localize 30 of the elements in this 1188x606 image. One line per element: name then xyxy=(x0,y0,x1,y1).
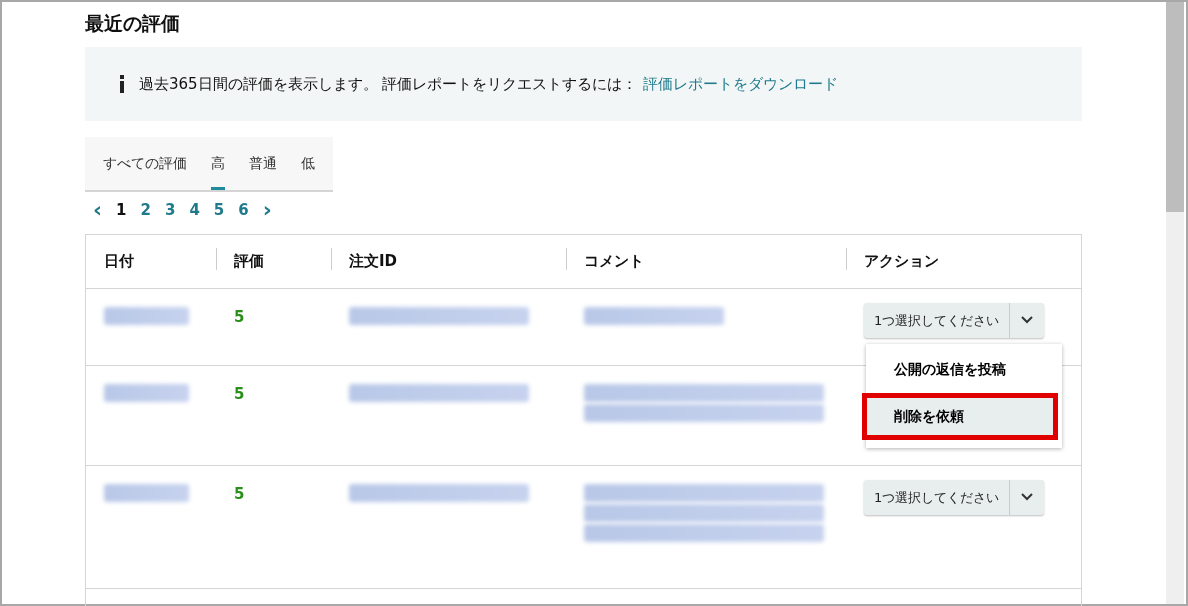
page-number[interactable]: 6 xyxy=(238,198,249,222)
info-icon xyxy=(119,74,125,93)
filter-tab[interactable]: 普通 xyxy=(237,136,289,190)
filter-tab[interactable]: 高 xyxy=(199,136,237,190)
download-report-link[interactable]: 評価レポートをダウンロード xyxy=(643,74,839,93)
column-header: 注文ID xyxy=(331,250,566,273)
filter-tab[interactable]: すべての評価 xyxy=(91,136,199,190)
rating-value: 5 xyxy=(234,384,245,403)
column-header: 日付 xyxy=(103,251,135,273)
page-number[interactable]: 5 xyxy=(213,198,225,222)
page-number[interactable]: 1 xyxy=(116,198,127,222)
rating-value: 5 xyxy=(234,484,245,503)
menu-item[interactable]: 公開の返信を投稿 xyxy=(866,349,1062,389)
next-page-button[interactable]: › xyxy=(262,198,272,221)
column-header: コメント xyxy=(566,250,846,273)
page-title: 最近の評価 xyxy=(85,12,181,35)
column-header: アクション xyxy=(846,250,1081,273)
action-dropdown[interactable]: 1つ選択してください xyxy=(864,479,1045,515)
scrollbar-thumb[interactable] xyxy=(1166,2,1184,212)
page-number[interactable]: 2 xyxy=(140,198,151,222)
previous-page-button[interactable]: ‹ xyxy=(93,198,103,221)
filter-tab[interactable]: 低 xyxy=(289,136,327,190)
page-number[interactable]: 4 xyxy=(189,198,200,222)
scrollbar[interactable] xyxy=(1166,2,1184,604)
rating-value: 5 xyxy=(234,307,245,326)
caret-icon xyxy=(1021,493,1034,502)
caret-icon xyxy=(1021,316,1034,325)
info-text: 過去365日間の評価を表示します。 評価レポートをリクエストするには： 評価レポートをダウンロード xyxy=(139,73,839,95)
column-header: 評価 xyxy=(216,250,331,273)
page-number[interactable]: 3 xyxy=(164,198,176,222)
